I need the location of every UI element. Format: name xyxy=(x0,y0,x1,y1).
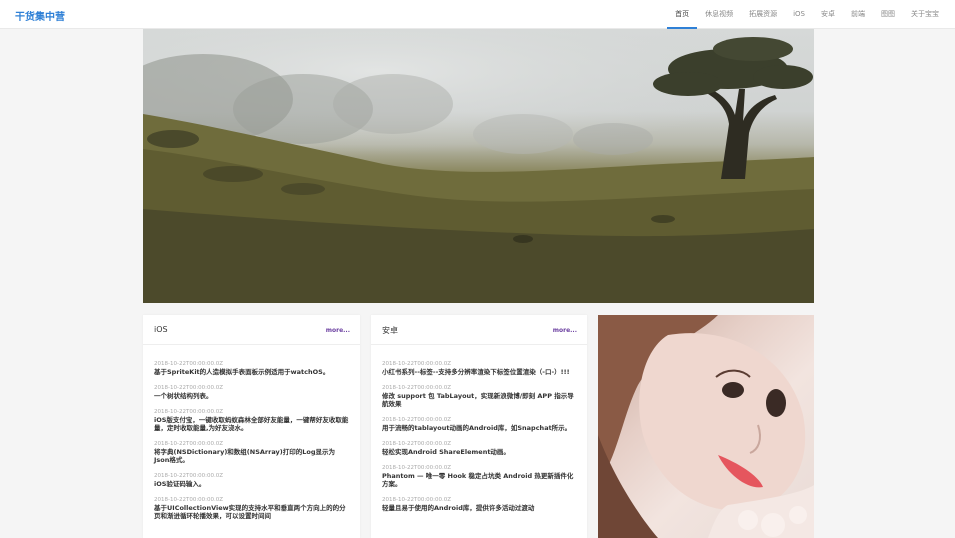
hero-banner-image xyxy=(143,29,814,303)
list-item[interactable]: 2018-10-22T00:00:00.0Z 基于UICollectionVie… xyxy=(154,497,349,520)
android-more-link[interactable]: more... xyxy=(553,327,577,334)
ios-card-title: iOS xyxy=(154,325,168,334)
article-date: 2018-10-22T00:00:00.0Z xyxy=(154,361,224,367)
site-logo[interactable]: 干货集中营 xyxy=(15,8,65,23)
misty-landscape-illustration xyxy=(143,29,814,303)
article-date: 2018-10-22T00:00:00.0Z xyxy=(382,417,452,423)
android-article-list: 2018-10-22T00:00:00.0Z 小红书系列--标签--支持多分辨率… xyxy=(371,345,587,512)
portrait-photo[interactable] xyxy=(598,315,814,538)
nav-item-home[interactable]: 首页 xyxy=(667,0,698,29)
android-card-title: 安卓 xyxy=(382,326,398,335)
article-title[interactable]: iOS验证码输入。 xyxy=(154,480,349,488)
article-title[interactable]: 基于UICollectionView实现的支持水平和垂直两个方向上的的分页和渐进… xyxy=(154,504,349,520)
nav-item-pictures[interactable]: 图图 xyxy=(873,0,903,29)
list-item[interactable]: 2018-10-22T00:00:00.0Z 用于流畅的tablayout动画的… xyxy=(382,417,576,432)
article-date: 2018-10-22T00:00:00.0Z xyxy=(154,385,224,391)
article-date: 2018-10-22T00:00:00.0Z xyxy=(154,409,224,415)
article-title[interactable]: 轻松实现Android ShareElement动画。 xyxy=(382,448,576,456)
article-date: 2018-10-22T00:00:00.0Z xyxy=(382,465,452,471)
nav-item-resources[interactable]: 拓展资源 xyxy=(741,0,785,29)
ios-article-list: 2018-10-22T00:00:00.0Z 基于SpriteKit的人造模拟手… xyxy=(143,345,360,520)
android-card-header: 安卓 more... xyxy=(371,315,587,345)
android-card: 安卓 more... 2018-10-22T00:00:00.0Z 小红书系列-… xyxy=(371,315,587,538)
nav-item-about[interactable]: 关于宝宝 xyxy=(903,0,947,29)
article-title[interactable]: 用于流畅的tablayout动画的Android库，如Snapchat所示。 xyxy=(382,424,576,432)
list-item[interactable]: 2018-10-22T00:00:00.0Z 将字典(NSDictionary)… xyxy=(154,441,349,464)
article-date: 2018-10-22T00:00:00.0Z xyxy=(382,441,452,447)
article-title[interactable]: 轻量且易于使用的Android库，提供许多活动过渡动 xyxy=(382,504,576,512)
article-title[interactable]: 将字典(NSDictionary)和数组(NSArray)打印的Log显示为Js… xyxy=(154,448,349,464)
main-nav: 首页 休息视频 拓展资源 iOS 安卓 前端 图图 关于宝宝 xyxy=(667,0,947,29)
list-item[interactable]: 2018-10-22T00:00:00.0Z 小红书系列--标签--支持多分辨率… xyxy=(382,361,576,376)
article-title[interactable]: 小红书系列--标签--支持多分辨率渲染下标签位置渲染（-口-）!!! xyxy=(382,368,576,376)
top-navbar: 干货集中营 首页 休息视频 拓展资源 iOS 安卓 前端 图图 关于宝宝 xyxy=(0,0,955,29)
list-item[interactable]: 2018-10-22T00:00:00.0Z 修改 support 包 TabL… xyxy=(382,385,576,408)
article-title[interactable]: 一个树状结构列表。 xyxy=(154,392,349,400)
nav-item-frontend[interactable]: 前端 xyxy=(843,0,873,29)
article-date: 2018-10-22T00:00:00.0Z xyxy=(382,361,452,367)
ios-card: iOS more... 2018-10-22T00:00:00.0Z 基于Spr… xyxy=(143,315,360,538)
ios-card-header: iOS more... xyxy=(143,315,360,345)
article-date: 2018-10-22T00:00:00.0Z xyxy=(154,473,224,479)
list-item[interactable]: 2018-10-22T00:00:00.0Z Phantom — 唯一零 Hoo… xyxy=(382,465,576,488)
article-title[interactable]: 基于SpriteKit的人造模拟手表面板示例适用于watchOS。 xyxy=(154,368,349,376)
ios-more-link[interactable]: more... xyxy=(326,327,350,334)
list-item[interactable]: 2018-10-22T00:00:00.0Z iOS验证码输入。 xyxy=(154,473,349,488)
article-title[interactable]: 修改 support 包 TabLayout，实现新浪微博/即刻 APP 指示导… xyxy=(382,392,576,408)
portrait-illustration xyxy=(598,315,814,538)
article-title[interactable]: iOS版支付宝，一键收取蚂蚁森林全部好友能量，一键帮好友收取能量，定时收取能量,… xyxy=(154,416,349,432)
article-date: 2018-10-22T00:00:00.0Z xyxy=(382,385,452,391)
nav-item-videos[interactable]: 休息视频 xyxy=(697,0,741,29)
article-date: 2018-10-22T00:00:00.0Z xyxy=(382,497,452,503)
nav-item-ios[interactable]: iOS xyxy=(785,0,813,29)
article-date: 2018-10-22T00:00:00.0Z xyxy=(154,441,224,447)
article-date: 2018-10-22T00:00:00.0Z xyxy=(154,497,224,503)
list-item[interactable]: 2018-10-22T00:00:00.0Z 轻量且易于使用的Android库，… xyxy=(382,497,576,512)
list-item[interactable]: 2018-10-22T00:00:00.0Z iOS版支付宝，一键收取蚂蚁森林全… xyxy=(154,409,349,432)
list-item[interactable]: 2018-10-22T00:00:00.0Z 轻松实现Android Share… xyxy=(382,441,576,456)
article-title[interactable]: Phantom — 唯一零 Hook 稳定占坑类 Android 热更新插件化方… xyxy=(382,472,576,488)
list-item[interactable]: 2018-10-22T00:00:00.0Z 基于SpriteKit的人造模拟手… xyxy=(154,361,349,376)
nav-item-android[interactable]: 安卓 xyxy=(813,0,843,29)
list-item[interactable]: 2018-10-22T00:00:00.0Z 一个树状结构列表。 xyxy=(154,385,349,400)
